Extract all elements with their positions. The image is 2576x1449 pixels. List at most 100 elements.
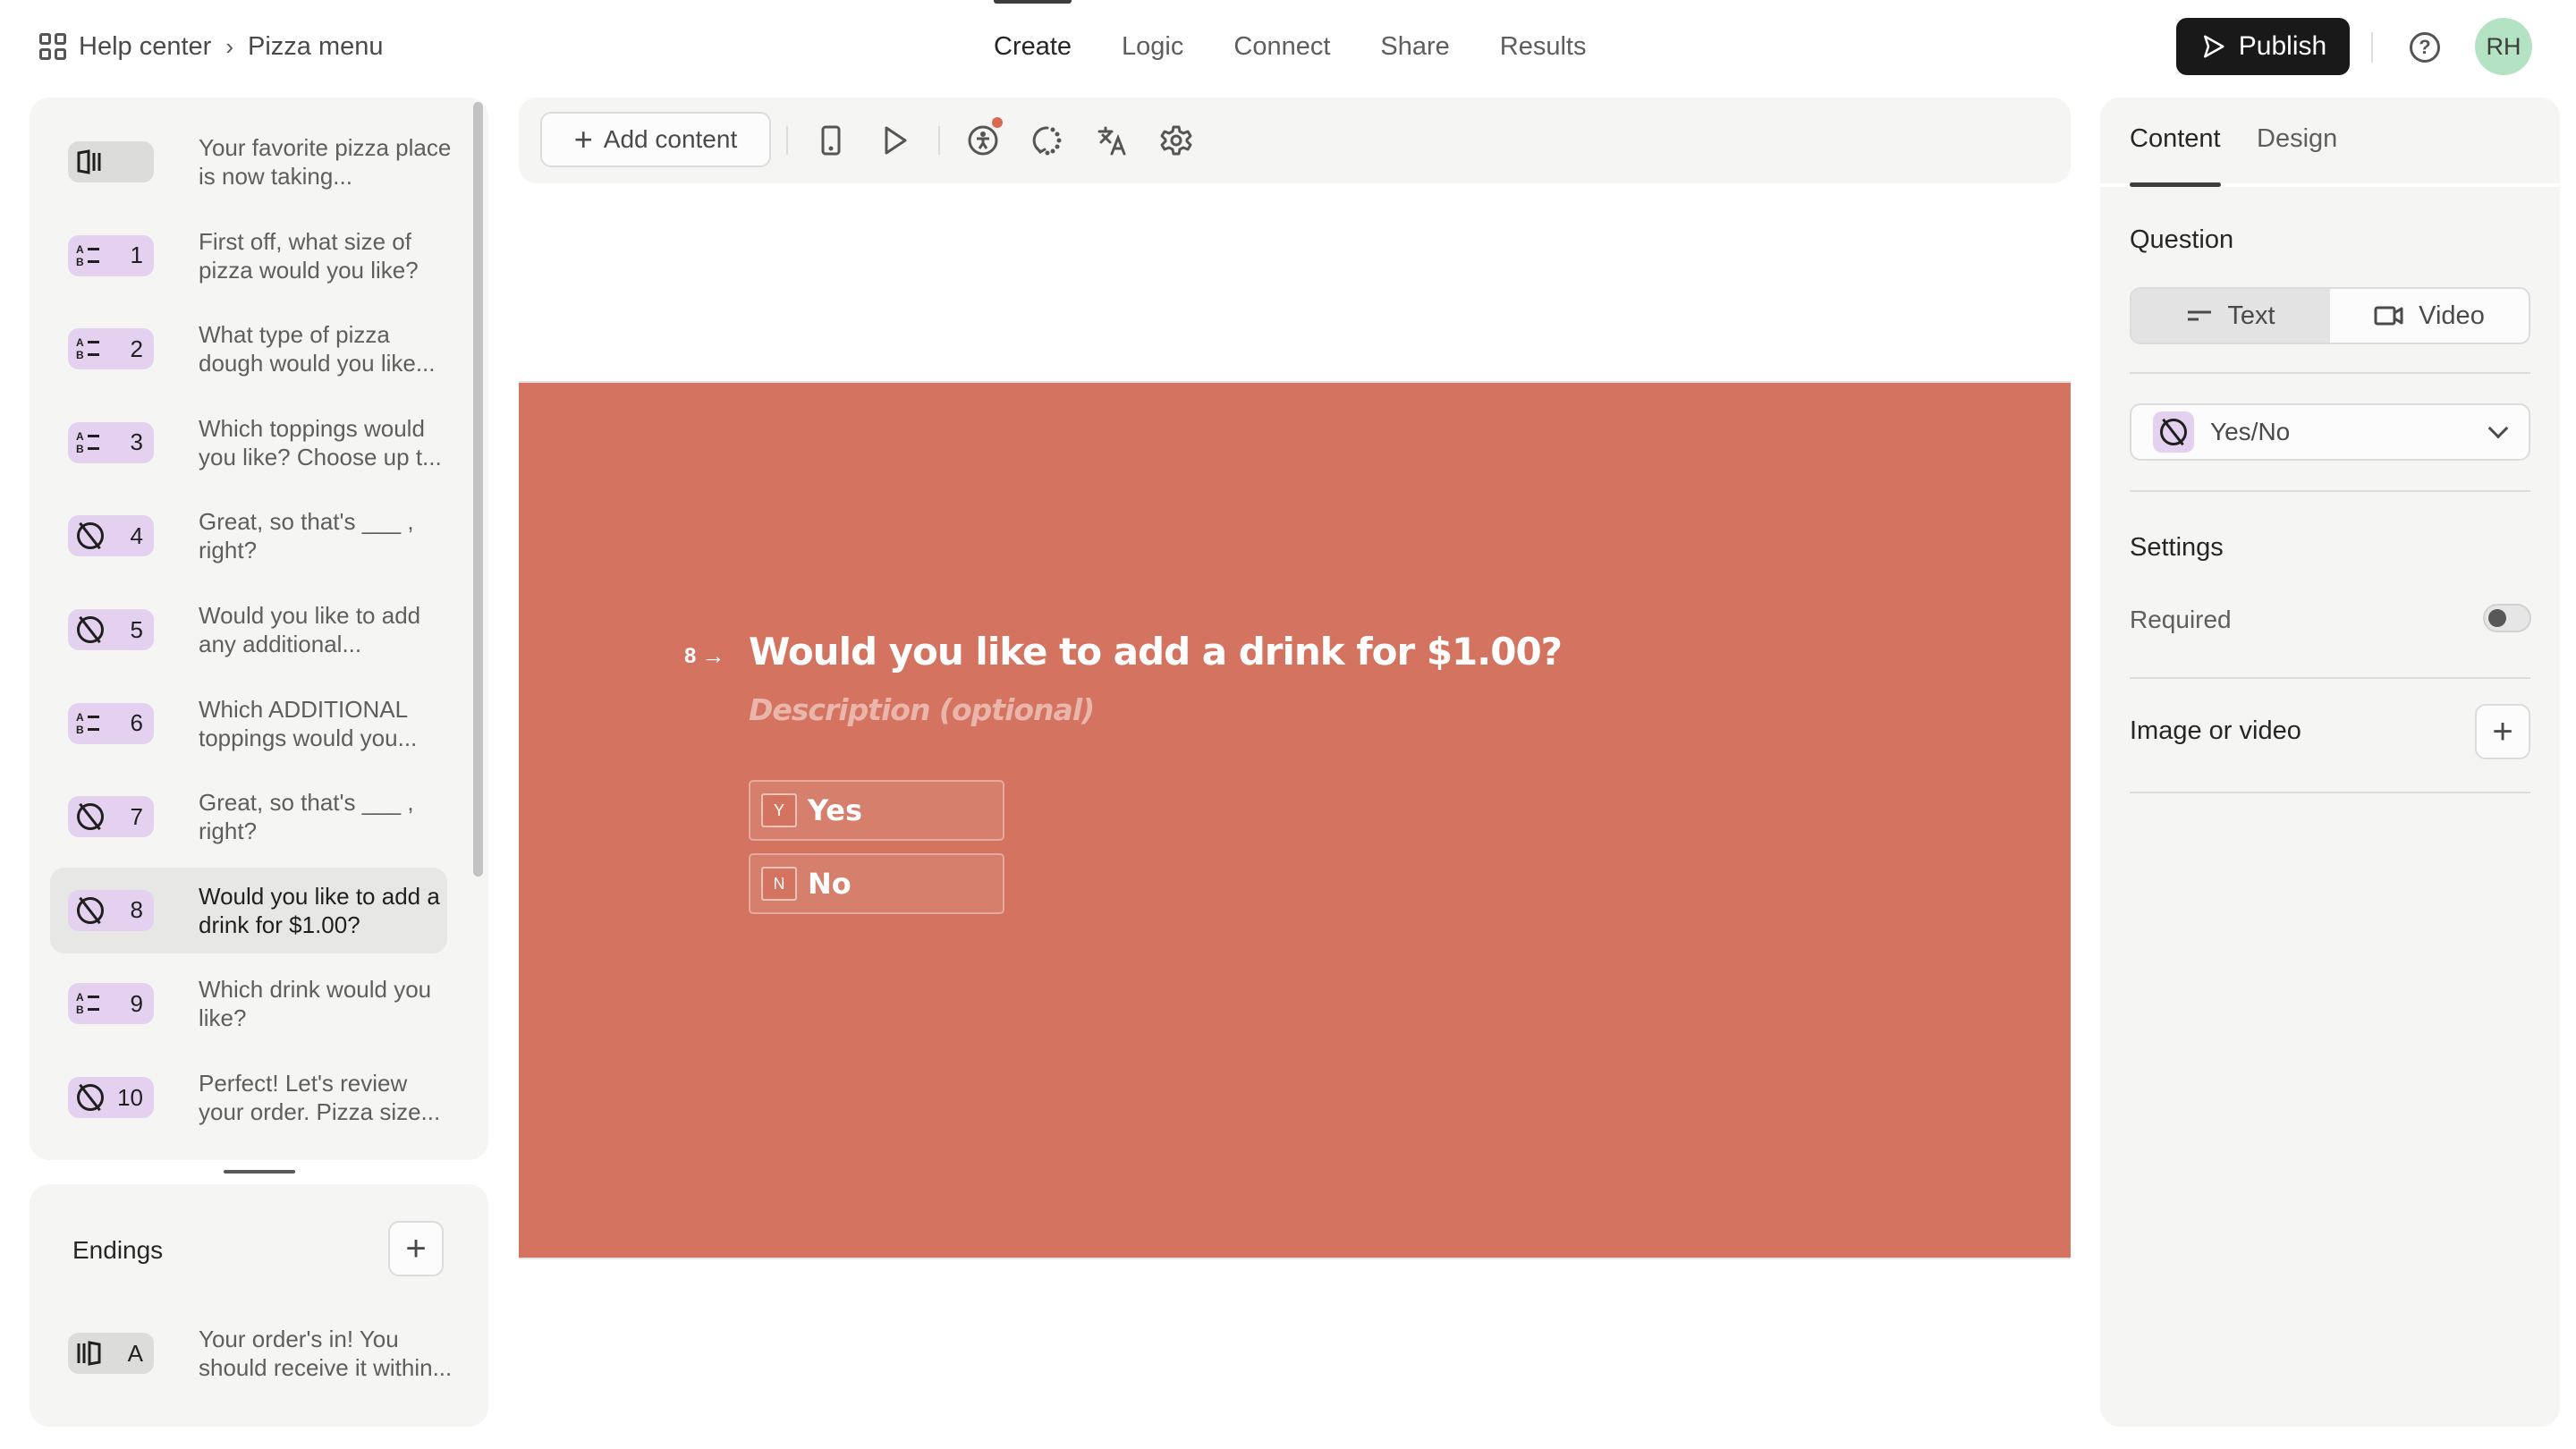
add-media-button[interactable]: + [2475, 704, 2530, 759]
properties-tabs: Content Design [2100, 97, 2560, 187]
question-type-badge: 5 [68, 609, 154, 650]
question-format-toggle: Text Video [2130, 287, 2530, 344]
mobile-preview-icon[interactable] [813, 123, 849, 158]
breadcrumb: Help center › Pizza menu [39, 29, 384, 64]
multiple-choice-icon: AB [76, 991, 103, 1016]
settings-gear-icon[interactable] [1158, 123, 1194, 158]
chevron-down-icon [2487, 418, 2509, 439]
question-text: Would you like to add a drink for $1.00? [199, 882, 440, 938]
question-list-item[interactable]: Your favorite pizza place is now taking.… [50, 119, 451, 205]
question-type-badge: AB 2 [68, 328, 154, 370]
plus-icon: + [2492, 712, 2513, 751]
ending-text: Your order's in! You should receive it w… [199, 1326, 453, 1381]
question-list-scrollbar[interactable] [473, 102, 483, 877]
choice-key: N [761, 867, 797, 901]
question-type-select[interactable]: Yes/No [2130, 403, 2530, 461]
question-description-input[interactable]: Description (optional) [749, 692, 1095, 727]
question-type-badge: 8 [68, 889, 154, 931]
ending-item[interactable]: A Your order's in! You should receive it… [30, 1322, 459, 1385]
help-icon[interactable]: ? [2410, 32, 2440, 63]
plus-icon: + [405, 1229, 427, 1268]
breadcrumb-form-title[interactable]: Pizza menu [248, 32, 384, 62]
question-list-item[interactable]: 8 Would you like to add a drink for $1.00… [50, 867, 447, 953]
divider [2130, 792, 2530, 793]
history-icon[interactable] [1030, 123, 1065, 158]
accessibility-icon[interactable] [965, 117, 1003, 158]
question-heading: Question [2130, 225, 2234, 254]
question-text: Your favorite pizza place is now taking.… [199, 134, 452, 190]
question-number: 1 [130, 242, 143, 269]
notification-dot [992, 117, 1003, 128]
question-list-item[interactable]: A B 2 What type of pizza dough would you li… [50, 306, 447, 392]
question-number: 7 [130, 802, 143, 830]
tab-connect[interactable]: Connect [1233, 0, 1330, 93]
yes-no-icon [2159, 418, 2188, 446]
question-list-item[interactable]: A B 6 Which ADDITIONAL toppings would you..… [50, 681, 447, 767]
workspace-grid-icon[interactable] [39, 33, 66, 60]
multiple-choice-icon: AB [76, 336, 103, 361]
top-bar: Help center › Pizza menu Create Logic Co… [0, 0, 2576, 93]
arrow-right-icon: → [701, 642, 725, 669]
question-list-item[interactable]: 10 Perfect! Let's review your order. Pizz… [50, 1055, 447, 1140]
question-number: 6 [130, 709, 143, 737]
text-lines-icon [2188, 310, 2212, 321]
question-text: What type of pizza dough would you like.… [199, 321, 436, 377]
choice-label: Yes [808, 793, 862, 827]
tab-logic[interactable]: Logic [1122, 0, 1183, 93]
question-canvas[interactable]: 8 → Would you like to add a drink for $1… [519, 383, 2071, 1258]
header-divider [2371, 32, 2373, 63]
play-preview-icon[interactable] [877, 123, 913, 158]
question-number: 4 [130, 521, 143, 549]
question-number: 10 [117, 1083, 143, 1111]
question-list-item[interactable]: 4 Great, so that's ___ , right? [50, 493, 447, 579]
multiple-choice-icon: AB [76, 711, 103, 736]
question-type-badge: 10 [68, 1077, 154, 1118]
question-text: Great, so that's ___ , right? [199, 508, 414, 564]
question-number: 8 [130, 896, 143, 924]
question-text: Would you like to add any additional... [199, 602, 421, 657]
settings-heading: Settings [2130, 533, 2224, 562]
tab-create[interactable]: Create [994, 0, 1072, 93]
endings-title: Endings [72, 1236, 164, 1264]
breadcrumb-workspace[interactable]: Help center [79, 32, 211, 62]
user-avatar[interactable]: RH [2475, 18, 2532, 75]
translate-icon[interactable] [1094, 123, 1130, 158]
format-video-option[interactable]: Video [2330, 289, 2529, 343]
question-list-item[interactable]: 7 Great, so that's ___ , right? [50, 774, 447, 860]
question-list-item[interactable]: A B 9 Which drink would you like? [50, 961, 447, 1046]
question-number-value: 8 [684, 643, 697, 668]
tab-design[interactable]: Design [2257, 124, 2337, 187]
tab-results[interactable]: Results [1500, 0, 1587, 93]
yes-no-icon [76, 1083, 105, 1112]
question-list-panel: Your favorite pizza place is now taking.… [30, 97, 488, 1160]
question-list-item[interactable]: 5 Would you like to add any additional... [50, 587, 447, 673]
question-title[interactable]: Would you like to add a drink for $1.00? [749, 630, 1563, 674]
question-list-item[interactable]: A B 3 Which toppings would you like? Choose… [50, 400, 447, 486]
question-number: 3 [130, 428, 143, 456]
toggle-knob [2488, 609, 2506, 627]
divider [2130, 372, 2530, 374]
question-type-badge [2153, 411, 2194, 453]
toolbar-divider [786, 126, 788, 155]
choice-no[interactable]: N No [749, 853, 1004, 914]
tab-content[interactable]: Content [2130, 124, 2221, 187]
properties-panel: Content Design Question Text Video Yes/N… [2100, 97, 2560, 1427]
question-number: 5 [130, 615, 143, 643]
plus-icon: + [573, 121, 593, 157]
add-content-label: Add content [603, 125, 738, 153]
toolbar-divider [938, 126, 940, 155]
choice-label: No [808, 867, 852, 901]
panel-resize-handle[interactable] [224, 1170, 295, 1174]
image-or-video-label: Image or video [2130, 716, 2301, 745]
publish-button[interactable]: Publish [2176, 18, 2350, 75]
choice-yes[interactable]: Y Yes [749, 780, 1004, 841]
add-ending-button[interactable]: + [388, 1221, 444, 1276]
add-content-button[interactable]: + Add content [540, 112, 771, 167]
format-text-option[interactable]: Text [2131, 289, 2330, 343]
yes-no-icon [76, 615, 105, 644]
required-toggle[interactable] [2483, 604, 2531, 632]
question-type-badge: AB 1 [68, 234, 154, 276]
question-list-item[interactable]: A B 1 First off, what size of pizza would y… [50, 213, 447, 299]
question-type-badge: 4 [68, 515, 154, 557]
tab-share[interactable]: Share [1380, 0, 1449, 93]
